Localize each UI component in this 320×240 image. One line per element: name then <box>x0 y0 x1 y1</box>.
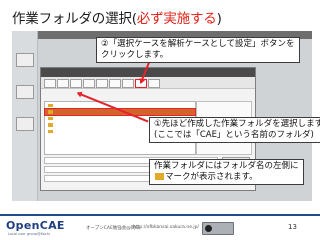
footer-divider <box>0 214 320 216</box>
desktop-icon[interactable] <box>16 117 34 131</box>
title-main: 作業フォルダの選択( <box>12 11 137 27</box>
folder-icon <box>48 129 53 133</box>
footer-organization: オープンCAE勉強会@岡山 <box>86 226 140 231</box>
desktop-icon[interactable] <box>16 53 34 67</box>
path-bar <box>41 89 255 97</box>
title-emphasis: 必ず実施する <box>136 11 217 27</box>
callout-step1-line1: ①先ほど作成した作業フォルダを選択します <box>154 119 320 129</box>
toolbar-button[interactable] <box>96 79 108 88</box>
toolbar-button[interactable] <box>109 79 121 88</box>
toolbar-button[interactable] <box>122 79 134 88</box>
callout-step2-line1: ②「選択ケースを解析ケースとして設定」ボタンを <box>101 39 295 49</box>
folder-icon <box>155 173 164 180</box>
toolbar-button[interactable] <box>57 79 69 88</box>
dialog-titlebar <box>41 68 255 77</box>
title-end: ) <box>216 11 222 27</box>
page-number: 13 <box>288 223 297 231</box>
desktop-left-panel <box>12 31 38 201</box>
desktop-icon[interactable] <box>16 85 34 99</box>
folder-icon <box>48 110 53 114</box>
cc-license-icon <box>202 222 234 235</box>
folder-icon <box>48 123 53 127</box>
footer-url: http://ofbkansai.sakura.ne.jp/ <box>133 225 200 230</box>
logo-subtitle: Local user group@Kochi <box>8 232 50 236</box>
toolbar-button[interactable] <box>44 79 56 88</box>
logo: OpenCAE <box>6 219 65 232</box>
callout-note-line1: 作業フォルダにはフォルダ名の左側に <box>154 161 299 171</box>
slide-title: 作業フォルダの選択(必ず実施する) <box>12 7 222 27</box>
callout-step2: ②「選択ケースを解析ケースとして設定」ボタンを クリックします。 <box>96 37 300 63</box>
callout-note: 作業フォルダにはフォルダ名の左側に マークが表示されます。 <box>149 159 304 185</box>
callout-step1-line2: (ここでは「CAE」という名前のフォルダ) <box>154 130 314 140</box>
callout-step1: ①先ほど作成した作業フォルダを選択します (ここでは「CAE」という名前のフォル… <box>149 117 320 143</box>
toolbar-button[interactable] <box>83 79 95 88</box>
toolbar-button[interactable] <box>148 79 160 88</box>
folder-icon <box>48 116 53 120</box>
folder-icon <box>48 103 53 107</box>
callout-step2-line2: クリックします。 <box>101 50 169 60</box>
toolbar-button[interactable] <box>70 79 82 88</box>
callout-note-line2: マークが表示されます。 <box>165 172 258 182</box>
dialog-toolbar <box>41 77 255 89</box>
